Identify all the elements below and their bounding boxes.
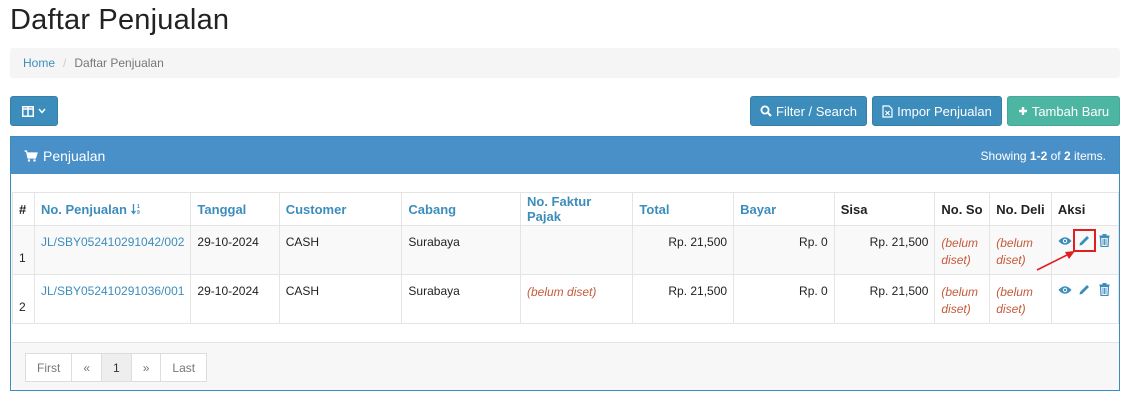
sale-no-link[interactable]: JL/SBY052410291036/001 [41,284,184,298]
breadcrumb: Home / Daftar Penjualan [10,48,1120,78]
table-row: 2 JL/SBY052410291036/001 29-10-2024 CASH… [12,274,1120,324]
col-remaining-header: Sisa [833,192,936,226]
page-next-button[interactable]: » [130,353,162,382]
annotation-arrow-icon [1036,251,1075,271]
search-icon [760,105,772,117]
panel-title-text: Penjualan [43,147,106,164]
paid-cell: Rp. 0 [733,225,835,275]
sale-no-cell: JL/SBY052410291042/002 [33,225,192,275]
delivery-cell: (belum diset) [989,274,1052,324]
svg-text:9: 9 [137,210,140,215]
col-tax-invoice-header[interactable]: No. Faktur Pajak [519,192,634,226]
excel-file-icon [882,104,893,118]
trash-icon[interactable] [1097,282,1112,297]
page-prev-button[interactable]: « [71,353,103,382]
paid-cell: Rp. 0 [733,274,835,324]
tax-invoice-cell: (belum diset) [519,274,634,324]
view-icon[interactable] [1058,233,1073,248]
total-cell: Rp. 21,500 [632,274,735,324]
col-sale-no-label: No. Penjualan [40,201,127,217]
summary-suffix: items. [1073,148,1106,163]
add-new-button[interactable]: Tambah Baru [1007,96,1120,126]
table-header-row: # No. Penjualan 1 9 Tanggal Customer Cab… [12,192,1120,226]
col-paid-header[interactable]: Bayar [733,192,835,226]
so-cell: (belum diset) [934,225,991,275]
col-total-header[interactable]: Total [632,192,735,226]
so-value: (belum diset) [941,285,979,316]
branch-cell: Surabaya [401,225,521,275]
view-icon[interactable] [1058,282,1073,297]
page-1-button[interactable]: 1 [101,353,132,382]
so-value: (belum diset) [941,236,979,267]
edit-pencil-icon[interactable] [1077,282,1092,297]
page-last-button[interactable]: Last [160,353,208,382]
col-actions-header: Aksi [1050,192,1120,226]
sales-table: # No. Penjualan 1 9 Tanggal Customer Cab… [12,192,1120,324]
pagination-bar: First « 1 » Last [12,342,1119,390]
column-toggle-button[interactable] [10,96,58,126]
panel-title: Penjualan [24,148,105,164]
customer-cell: CASH [278,274,403,324]
page-title: Daftar Penjualan [10,4,230,36]
import-sales-button[interactable]: Impor Penjualan [872,96,1002,126]
sales-panel: Penjualan Showing 1-2 of 2 items. # No. … [10,136,1120,391]
col-sale-no-header[interactable]: No. Penjualan 1 9 [33,192,192,226]
date-cell: 29-10-2024 [190,225,280,275]
delivery-value: (belum diset) [996,285,1033,316]
col-delivery-header: No. Deli [989,192,1052,226]
columns-icon [22,105,34,117]
trash-icon[interactable] [1097,233,1112,248]
shopping-cart-icon [24,149,38,162]
col-number-header: # [12,192,35,226]
sale-no-link[interactable]: JL/SBY052410291042/002 [41,235,184,249]
add-new-label: Tambah Baru [1031,103,1110,119]
breadcrumb-separator: / [63,56,67,70]
chevron-down-icon [38,108,46,114]
remaining-cell: Rp. 21,500 [833,225,936,275]
sort-numeric-icon: 1 9 [130,203,140,216]
col-customer-header[interactable]: Customer [278,192,403,226]
plus-icon [1018,107,1027,115]
tax-invoice-value: (belum diset) [527,285,597,299]
page-first-button[interactable]: First [25,353,73,382]
total-cell: Rp. 21,500 [632,225,735,275]
so-cell: (belum diset) [934,274,991,324]
edit-pencil-icon[interactable] [1072,229,1096,252]
summary-range: 1-2 [1029,148,1048,163]
customer-cell: CASH [278,225,403,275]
filter-search-label: Filter / Search [776,103,857,119]
remaining-cell: Rp. 21,500 [833,274,936,324]
sale-no-cell: JL/SBY052410291036/001 [33,274,192,324]
col-branch-header[interactable]: Cabang [401,192,521,226]
row-number: 2 [12,274,35,324]
branch-cell: Surabaya [401,274,521,324]
summary-total: 2 [1063,148,1071,163]
row-number: 1 [12,225,35,275]
date-cell: 29-10-2024 [190,274,280,324]
pagination: First « 1 » Last [25,353,208,382]
items-summary: Showing 1-2 of 2 items. [981,149,1106,163]
summary-of: of [1050,148,1061,163]
table-row: 1 JL/SBY052410291042/002 29-10-2024 CASH… [12,225,1120,275]
col-date-header[interactable]: Tanggal [190,192,280,226]
tax-invoice-cell [519,225,634,275]
actions-cell [1050,274,1120,324]
panel-header: Penjualan Showing 1-2 of 2 items. [11,137,1119,174]
filter-search-button[interactable]: Filter / Search [750,96,867,126]
breadcrumb-home-link[interactable]: Home [23,56,55,70]
col-so-header: No. So [934,192,991,226]
breadcrumb-current: Daftar Penjualan [74,56,164,70]
summary-prefix: Showing [980,148,1027,163]
import-sales-label: Impor Penjualan [897,103,992,119]
